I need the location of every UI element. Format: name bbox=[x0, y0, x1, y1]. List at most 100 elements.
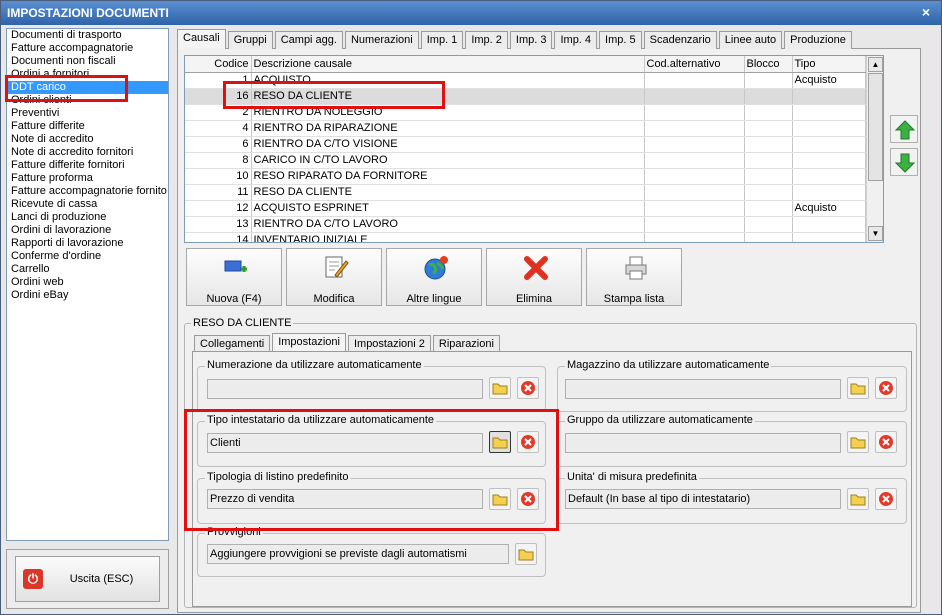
table-row[interactable]: 8 CARICO IN C/TO LAVORO bbox=[185, 152, 866, 169]
provvigioni-field[interactable]: Aggiungere provvigioni se previste dagli… bbox=[207, 544, 509, 564]
clear-icon bbox=[879, 435, 893, 449]
move-up-button[interactable] bbox=[890, 115, 918, 143]
table-cell bbox=[792, 120, 866, 137]
table-row[interactable]: 4 RIENTRO DA RIPARAZIONE bbox=[185, 120, 866, 137]
provvigioni-browse-button[interactable] bbox=[515, 543, 537, 565]
doc-type-item[interactable]: Ordini web bbox=[7, 276, 168, 289]
doc-type-item[interactable]: Preventivi bbox=[7, 107, 168, 120]
table-row[interactable]: 14 INVENTARIO INIZIALE bbox=[185, 232, 866, 242]
languages-button-label: Altre lingue bbox=[406, 293, 462, 305]
tab-produzione[interactable]: Produzione bbox=[784, 31, 852, 49]
move-down-button[interactable] bbox=[890, 148, 918, 176]
print-list-button[interactable]: Stampa lista bbox=[586, 248, 682, 306]
table-cell bbox=[744, 168, 793, 185]
tab-scadenzario[interactable]: Scadenzario bbox=[643, 31, 717, 49]
magazzino-browse-button[interactable] bbox=[847, 377, 869, 399]
table-cell bbox=[744, 104, 793, 121]
table-cell bbox=[744, 136, 793, 153]
table-cell bbox=[792, 136, 866, 153]
magazzino-clear-button[interactable] bbox=[875, 377, 897, 399]
doc-type-item[interactable]: Rapporti di lavorazione bbox=[7, 237, 168, 250]
table-cell bbox=[644, 152, 745, 169]
doc-type-item[interactable]: Fatture accompagnatorie fornito bbox=[7, 185, 168, 198]
folder-icon bbox=[518, 549, 534, 561]
gruppo-browse-button[interactable] bbox=[847, 431, 869, 453]
table-row[interactable]: 10 RESO RIPARATO DA FORNITORE bbox=[185, 168, 866, 185]
unita-misura-browse-button[interactable] bbox=[847, 488, 869, 510]
tab-linee-auto[interactable]: Linee auto bbox=[718, 31, 783, 49]
doc-type-item[interactable]: Fatture accompagnatorie bbox=[7, 42, 168, 55]
tab-campi-agg[interactable]: Campi agg. bbox=[274, 31, 343, 49]
tab-imp-4[interactable]: Imp. 4 bbox=[554, 31, 598, 49]
table-cell bbox=[744, 184, 793, 201]
table-cell bbox=[792, 184, 866, 201]
table-cell bbox=[644, 120, 745, 137]
languages-button[interactable]: Altre lingue bbox=[386, 248, 482, 306]
arrow-down-icon bbox=[894, 153, 916, 173]
table-cell bbox=[644, 216, 745, 233]
delete-icon bbox=[524, 256, 548, 280]
detail-tab-impostazioni-2[interactable]: Impostazioni 2 bbox=[347, 335, 431, 351]
table-cell: 12 bbox=[185, 200, 252, 217]
detail-tab-collegamenti[interactable]: Collegamenti bbox=[194, 335, 271, 351]
tab-imp-2[interactable]: Imp. 2 bbox=[465, 31, 508, 49]
tab-gruppi[interactable]: Gruppi bbox=[227, 31, 273, 49]
scroll-up-icon[interactable]: ▲ bbox=[868, 57, 883, 72]
detail-tab-impostazioni[interactable]: Impostazioni bbox=[272, 333, 346, 351]
doc-type-item[interactable]: Documenti di trasporto bbox=[7, 29, 168, 42]
doc-type-item[interactable]: Ordini eBay bbox=[7, 289, 168, 302]
tab-imp-1[interactable]: Imp. 1 bbox=[420, 31, 464, 49]
numerazione-field[interactable] bbox=[207, 379, 483, 399]
document-type-list[interactable]: Documenti di trasporto Fatture accompagna… bbox=[6, 28, 169, 541]
column-header[interactable]: Tipo bbox=[792, 56, 866, 73]
numerazione-clear-button[interactable] bbox=[517, 377, 539, 399]
close-icon[interactable]: × bbox=[919, 5, 933, 20]
new-button[interactable]: Nuova (F4) bbox=[186, 248, 282, 306]
scroll-down-icon[interactable]: ▼ bbox=[868, 226, 883, 241]
column-header[interactable]: Codice bbox=[185, 56, 252, 73]
table-cell bbox=[792, 88, 866, 105]
detail-tabs: Collegamenti Impostazioni Impostazioni 2 Ri… bbox=[194, 333, 502, 351]
detail-tab-riparazioni[interactable]: Riparazioni bbox=[432, 335, 500, 351]
doc-type-item[interactable]: Fatture proforma bbox=[7, 172, 168, 185]
scroll-thumb[interactable] bbox=[868, 73, 883, 181]
doc-type-item[interactable]: Fatture differite bbox=[7, 120, 168, 133]
doc-type-item[interactable]: Documenti non fiscali bbox=[7, 55, 168, 68]
tab-numerazioni[interactable]: Numerazioni bbox=[344, 31, 419, 49]
doc-type-item[interactable]: Carrello bbox=[7, 263, 168, 276]
magazzino-field[interactable] bbox=[565, 379, 841, 399]
gruppo-clear-button[interactable] bbox=[875, 431, 897, 453]
exit-button[interactable]: ⏻ Uscita (ESC) bbox=[15, 556, 160, 602]
column-header[interactable]: Blocco bbox=[744, 56, 793, 73]
doc-type-item[interactable]: Conferme d'ordine bbox=[7, 250, 168, 263]
column-header[interactable]: Descrizione causale bbox=[251, 56, 645, 73]
table-cell bbox=[744, 152, 793, 169]
tab-imp-3[interactable]: Imp. 3 bbox=[509, 31, 553, 49]
tab-imp-5[interactable]: Imp. 5 bbox=[599, 31, 642, 49]
doc-type-item[interactable]: Lanci di produzione bbox=[7, 211, 168, 224]
tab-causali[interactable]: Causali bbox=[177, 29, 226, 49]
table-row[interactable]: 12 ACQUISTO ESPRINET Acquisto bbox=[185, 200, 866, 217]
table-row[interactable]: 6 RIENTRO DA C/TO VISIONE bbox=[185, 136, 866, 153]
clear-icon bbox=[879, 492, 893, 506]
edit-button[interactable]: Modifica bbox=[286, 248, 382, 306]
numerazione-browse-button[interactable] bbox=[489, 377, 511, 399]
folder-icon bbox=[850, 437, 866, 449]
table-row[interactable]: 13 RIENTRO DA C/TO LAVORO bbox=[185, 216, 866, 233]
column-header[interactable]: Cod.alternativo bbox=[644, 56, 745, 73]
doc-type-item[interactable]: Ricevute di cassa bbox=[7, 198, 168, 211]
clear-icon bbox=[521, 381, 535, 395]
doc-type-item[interactable]: Note di accredito bbox=[7, 133, 168, 146]
print-list-button-label: Stampa lista bbox=[603, 293, 665, 305]
unita-misura-field[interactable]: Default (In base al tipo di intestatario… bbox=[565, 489, 841, 509]
delete-button[interactable]: Elimina bbox=[486, 248, 582, 306]
table-scrollbar[interactable]: ▲ ▼ bbox=[866, 56, 883, 242]
doc-type-item[interactable]: Note di accredito fornitori bbox=[7, 146, 168, 159]
doc-type-item[interactable]: Ordini di lavorazione bbox=[7, 224, 168, 237]
table-row[interactable]: 11 RESO DA CLIENTE bbox=[185, 184, 866, 201]
table-cell: 8 bbox=[185, 152, 252, 169]
unita-misura-clear-button[interactable] bbox=[875, 488, 897, 510]
table-cell bbox=[644, 200, 745, 217]
doc-type-item[interactable]: Fatture differite fornitori bbox=[7, 159, 168, 172]
gruppo-field[interactable] bbox=[565, 433, 841, 453]
